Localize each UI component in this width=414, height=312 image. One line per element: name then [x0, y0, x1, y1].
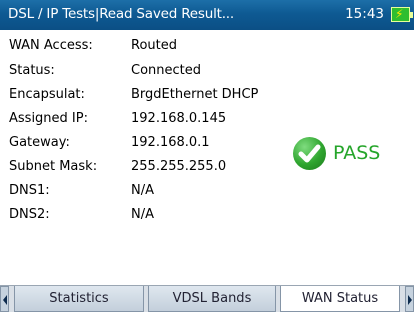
pass-label: PASS [333, 142, 381, 164]
field-value: Routed [131, 38, 177, 53]
field-value: N/A [131, 183, 154, 198]
tab-wan-status[interactable]: WAN Status [280, 286, 400, 312]
tab-vdsl-bands[interactable]: VDSL Bands [148, 286, 276, 312]
field-label: Status: [9, 63, 55, 78]
field-value: 255.255.255.0 [131, 159, 227, 174]
arrow-left-icon[interactable] [0, 286, 9, 312]
wan-status-panel: WAN Access: Routed Status: Connected Enc… [0, 30, 414, 285]
field-label: DNS1: [9, 183, 50, 198]
arrow-right-icon[interactable] [405, 286, 414, 312]
field-value: 192.168.0.145 [131, 111, 227, 126]
field-label: WAN Access: [9, 38, 93, 53]
checkmark-icon [293, 137, 326, 170]
title-bar: DSL / IP Tests|Read Saved Result... 15:4… [0, 0, 414, 30]
tab-statistics[interactable]: Statistics [14, 286, 144, 312]
field-label: Assigned IP: [9, 111, 88, 126]
battery-charging-icon: ⚡ [391, 7, 413, 22]
field-label: DNS2: [9, 207, 50, 222]
field-value: 192.168.0.1 [131, 135, 210, 150]
field-value: BrgdEthernet DHCP [131, 87, 259, 102]
field-value: N/A [131, 207, 154, 222]
field-label: Encapsulat: [9, 87, 85, 102]
tab-bar: Statistics VDSL Bands WAN Status [0, 285, 414, 312]
window-title: DSL / IP Tests|Read Saved Result... [8, 6, 234, 22]
clock: 15:43 [345, 6, 384, 22]
field-value: Connected [131, 63, 202, 78]
field-label: Subnet Mask: [9, 159, 98, 174]
field-label: Gateway: [9, 135, 70, 150]
